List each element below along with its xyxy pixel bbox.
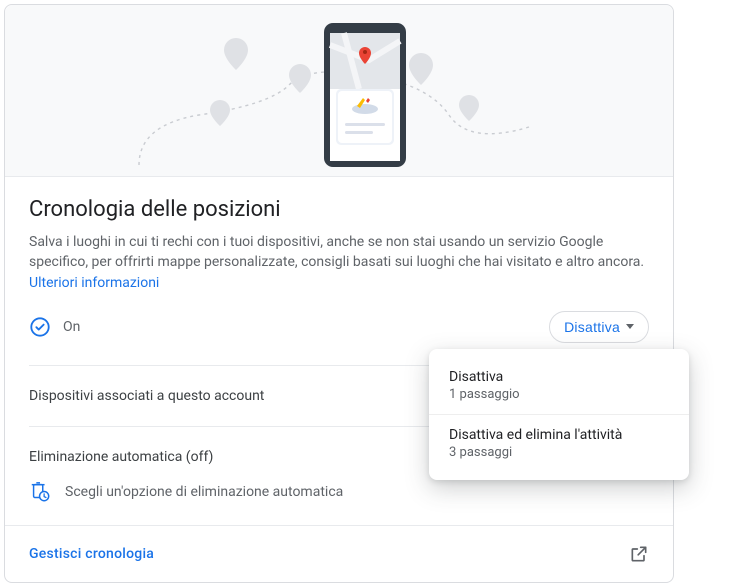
description-text: Salva i luoghi in cui ti rechi con i tuo… <box>29 234 644 270</box>
card-content: Cronologia delle posizioni Salva i luogh… <box>5 177 673 525</box>
auto-delete-option-row[interactable]: Scegli un'opzione di eliminazione automa… <box>29 481 649 503</box>
status-left: On <box>29 316 80 338</box>
deactivate-button[interactable]: Disattiva <box>549 311 649 343</box>
dropdown-item-deactivate[interactable]: Disattiva 1 passaggio <box>429 357 689 414</box>
chevron-down-icon <box>626 324 634 329</box>
hero-illustration <box>5 5 673 177</box>
dropdown-item-subtitle: 3 passaggi <box>449 445 669 460</box>
dropdown-item-label: Disattiva <box>449 369 669 385</box>
page-title: Cronologia delle posizioni <box>29 197 649 222</box>
more-info-link[interactable]: Ulteriori informazioni <box>29 275 159 291</box>
check-circle-icon <box>29 316 51 338</box>
dropdown-item-deactivate-and-delete[interactable]: Disattiva ed elimina l'attività 3 passag… <box>429 414 689 472</box>
auto-delete-option-label: Scegli un'opzione di eliminazione automa… <box>65 484 343 500</box>
deactivate-button-label: Disattiva <box>564 319 620 335</box>
auto-delete-icon <box>29 481 51 503</box>
deactivate-dropdown: Disattiva 1 passaggio Disattiva ed elimi… <box>429 349 689 480</box>
description: Salva i luoghi in cui ti rechi con i tuo… <box>29 232 649 293</box>
status-row: On Disattiva Disattiva 1 passaggio Disat… <box>29 311 649 365</box>
open-in-new-icon[interactable] <box>629 544 649 564</box>
dropdown-item-label: Disattiva ed elimina l'attività <box>449 427 669 443</box>
manage-history-link[interactable]: Gestisci cronologia <box>29 546 154 562</box>
location-history-card: Cronologia delle posizioni Salva i luogh… <box>4 4 674 583</box>
card-footer: Gestisci cronologia <box>5 525 673 582</box>
status-text: On <box>63 319 80 335</box>
dropdown-item-subtitle: 1 passaggio <box>449 387 669 402</box>
illustration-svg <box>109 5 569 177</box>
